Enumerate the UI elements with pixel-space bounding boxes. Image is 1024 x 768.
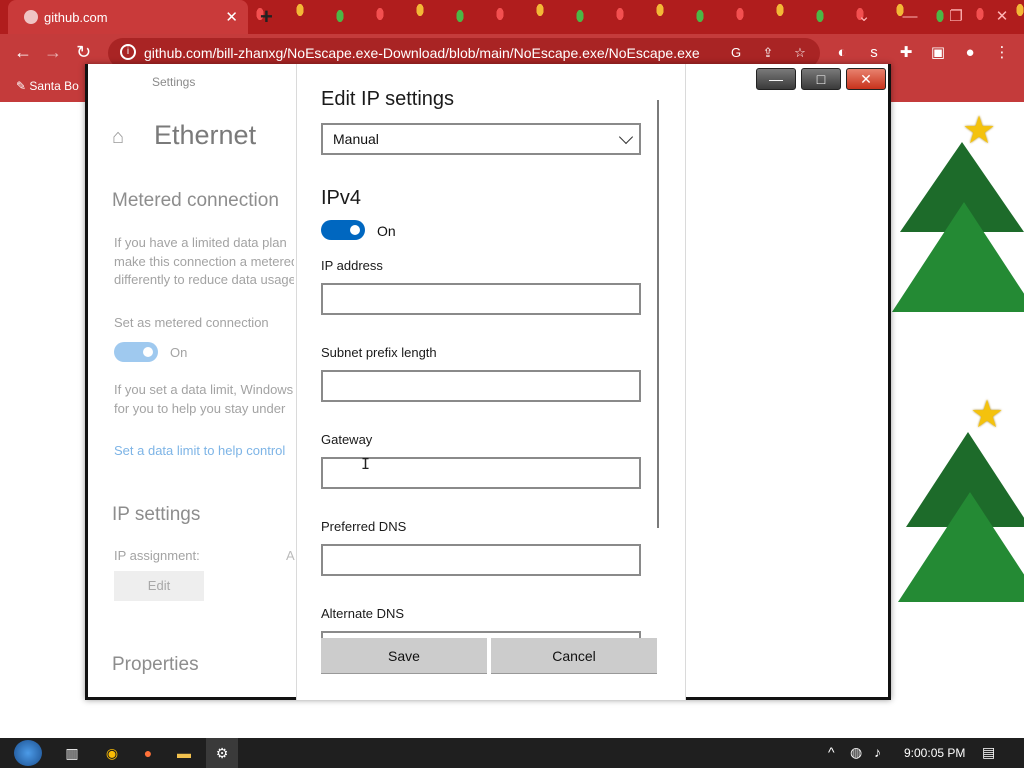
settings-gear-icon[interactable]: ⚙ xyxy=(206,738,238,768)
forward-arrow-icon[interactable]: → xyxy=(44,42,62,63)
ip-mode-value: Manual xyxy=(333,131,379,147)
ip-assignment-label: IP assignment: xyxy=(114,548,200,563)
dialog-buttons: Save Cancel xyxy=(321,638,661,674)
menu-kebab-icon[interactable]: ⋮ xyxy=(992,43,1012,63)
extension-flag-icon[interactable]: ◐ xyxy=(832,43,852,63)
bookmark-label: Santa Bo xyxy=(29,79,79,93)
tab-search-icon[interactable]: ⌄ xyxy=(844,4,884,30)
browser-close-button[interactable]: ✕ xyxy=(982,4,1022,30)
properties-heading: Properties xyxy=(112,654,199,675)
chrome-icon[interactable]: ◉ xyxy=(100,742,124,764)
extension-s-icon[interactable]: s xyxy=(864,43,884,63)
metered-toggle[interactable] xyxy=(114,342,158,362)
subnet-prefix-input[interactable] xyxy=(321,370,641,402)
share-icon[interactable]: ⇪ xyxy=(760,45,776,61)
github-favicon-icon xyxy=(24,10,38,24)
metered-heading: Metered connection xyxy=(112,190,279,211)
data-limit-description: If you set a data limit, Windows for you… xyxy=(114,382,294,416)
browser-minimize-button[interactable]: — xyxy=(890,4,930,30)
file-explorer-icon[interactable]: ▬ xyxy=(172,742,196,764)
cancel-button[interactable]: Cancel xyxy=(491,638,657,674)
ip-settings-heading: IP settings xyxy=(112,504,201,525)
google-lens-icon[interactable]: G xyxy=(728,45,744,61)
reload-icon[interactable]: ↻ xyxy=(76,42,91,63)
tab-title: github.com xyxy=(44,10,108,25)
tab-close-icon[interactable]: ✕ xyxy=(225,8,238,26)
dialog-title: Edit IP settings xyxy=(321,88,455,110)
start-button-icon[interactable] xyxy=(14,740,42,766)
side-panel-icon[interactable]: ▣ xyxy=(928,43,948,63)
site-info-icon[interactable]: i xyxy=(120,44,136,60)
browser-restore-button[interactable]: ❐ xyxy=(936,4,976,30)
tree-star-icon: ★ xyxy=(970,394,1005,436)
ipv4-toggle-label: On xyxy=(377,223,396,239)
metered-toggle-label: On xyxy=(170,345,188,360)
subnet-prefix-label: Subnet prefix length xyxy=(321,345,437,360)
chevron-up-icon[interactable]: ^ xyxy=(828,744,835,760)
edit-ip-button[interactable]: Edit xyxy=(114,571,204,601)
new-tab-button[interactable]: + xyxy=(260,4,273,30)
ip-address-input[interactable] xyxy=(321,283,641,315)
url-text: github.com/bill-zhanxg/NoEscape.exe-Down… xyxy=(144,45,700,61)
page-title: Ethernet xyxy=(154,120,257,150)
ip-assignment-value: A xyxy=(286,548,295,563)
preferred-dns-input[interactable] xyxy=(321,544,641,576)
ipv4-toggle[interactable] xyxy=(321,220,365,240)
network-icon[interactable]: ◍ xyxy=(850,744,862,761)
bookmark-star-icon[interactable]: ☆ xyxy=(792,45,808,61)
ethernet-settings-page: ⌂ Ethernet Metered connection If you hav… xyxy=(88,64,296,700)
back-arrow-icon[interactable]: ← xyxy=(14,42,32,63)
gateway-label: Gateway xyxy=(321,432,373,447)
dialog-scrollbar[interactable] xyxy=(657,100,659,528)
task-view-icon[interactable]: ▥ xyxy=(60,742,84,764)
chevron-down-icon xyxy=(618,129,634,145)
ip-address-label: IP address xyxy=(321,258,383,273)
settings-window: Settings ⌂ Ethernet Metered connection I… xyxy=(85,64,891,700)
browser-tab[interactable]: github.com ✕ xyxy=(8,0,248,34)
minimize-button[interactable]: — xyxy=(756,68,796,90)
ipv4-heading: IPv4 xyxy=(321,187,362,209)
notification-icon[interactable]: ▤ xyxy=(982,744,995,761)
taskbar-clock[interactable]: 9:00:05 PM xyxy=(904,746,965,760)
save-button[interactable]: Save xyxy=(321,638,487,674)
taskbar: ▥ ◉ ● ▬ ⚙ ^ ◍ ♪ 9:00:05 PM ▤ xyxy=(0,738,1024,768)
data-limit-link[interactable]: Set a data limit to help control xyxy=(114,443,296,458)
extensions-puzzle-icon[interactable]: ✚ xyxy=(896,43,916,63)
profile-avatar-icon[interactable]: ● xyxy=(960,43,980,63)
browser-tabbar: github.com ✕ + ⌄ — ❐ ✕ xyxy=(0,0,1024,34)
bookmark-santa[interactable]: ✎ Santa Bo xyxy=(16,79,79,93)
speaker-icon[interactable]: ♪ xyxy=(874,744,881,760)
firefox-icon[interactable]: ● xyxy=(136,742,160,764)
edit-ip-dialog: Edit IP settings Manual IPv4 On IP addre… xyxy=(296,64,686,700)
preferred-dns-label: Preferred DNS xyxy=(321,519,407,534)
alternate-dns-label: Alternate DNS xyxy=(321,606,405,621)
ip-mode-dropdown[interactable]: Manual xyxy=(321,123,641,155)
maximize-button[interactable]: □ xyxy=(801,68,841,90)
metered-description: If you have a limited data plan make thi… xyxy=(114,235,294,287)
text-cursor-icon: I xyxy=(361,455,371,473)
home-icon[interactable]: ⌂ xyxy=(112,126,124,149)
metered-label: Set as metered connection xyxy=(114,315,269,330)
close-button[interactable]: ✕ xyxy=(846,68,886,90)
